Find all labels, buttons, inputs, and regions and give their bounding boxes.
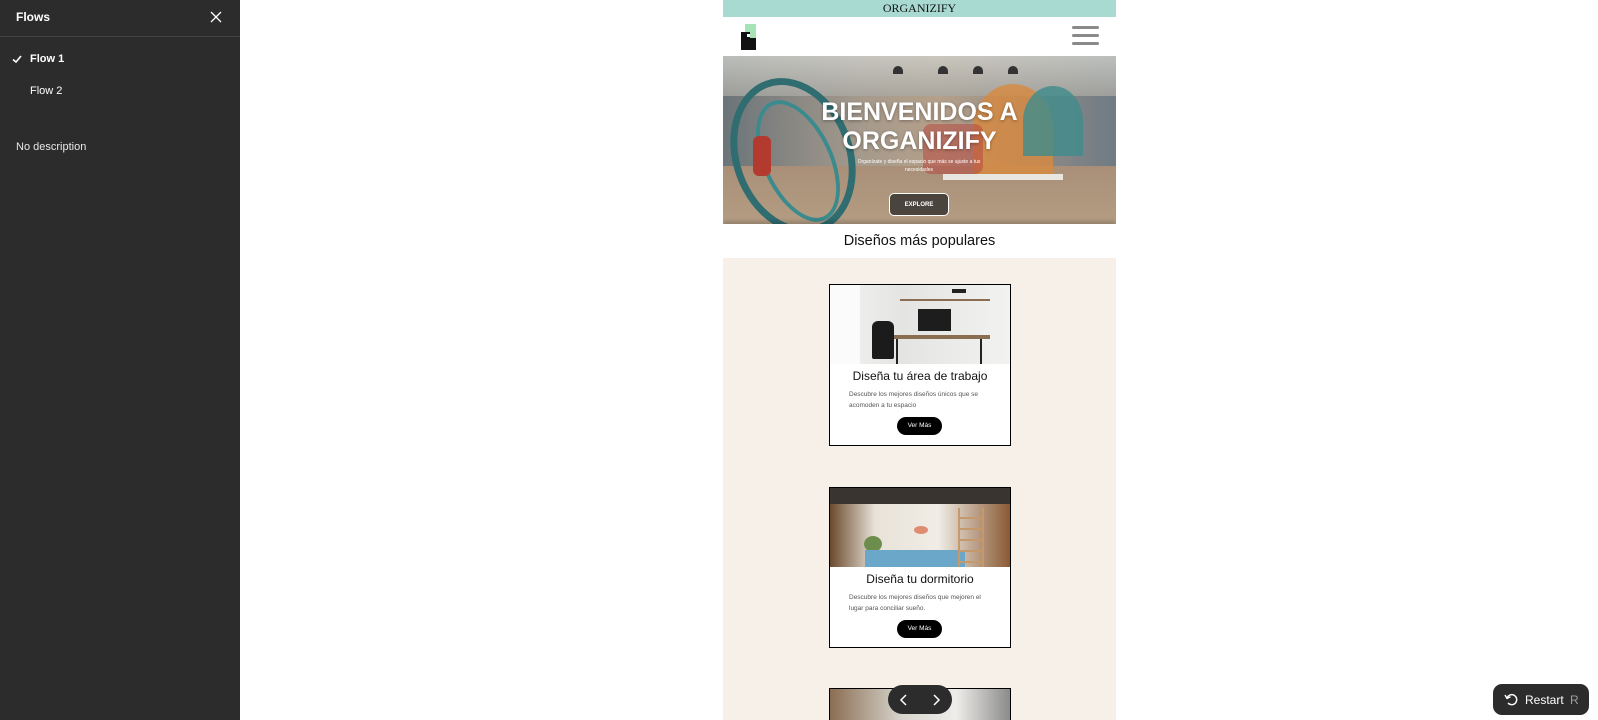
hero-subtitle: Organízate y diseña el espacio que más s… — [857, 159, 981, 173]
logo-icon[interactable] — [741, 24, 759, 50]
site-navbar — [723, 17, 1116, 56]
design-card-bedroom: Diseña tu dormitorio Descubre los mejore… — [829, 487, 1011, 648]
flow-item-2[interactable]: Flow 2 — [0, 78, 240, 106]
prototype-frame: ORGANIZIFY BIENVENIDOS A ORGANIZIFY Orga… — [723, 0, 1116, 720]
hamburger-menu-icon[interactable] — [1072, 26, 1099, 48]
flow-item-label: Flow 1 — [30, 53, 65, 65]
hero-banner: BIENVENIDOS A ORGANIZIFY Organízate y di… — [723, 56, 1116, 224]
chevron-right-icon[interactable] — [927, 691, 945, 709]
card-title: Diseña tu área de trabajo — [852, 369, 988, 383]
close-icon[interactable] — [209, 10, 223, 24]
restart-icon — [1504, 693, 1518, 706]
sidebar-header: Flows — [0, 0, 240, 37]
sidebar-title: Flows — [16, 10, 51, 24]
flow-description: No description — [16, 141, 87, 153]
flow-item-1[interactable]: Flow 1 — [0, 46, 240, 74]
card-title: Diseña tu dormitorio — [866, 572, 974, 586]
section-header: Diseños más populares — [723, 224, 1116, 258]
explore-button[interactable]: EXPLORE — [889, 193, 949, 216]
card-description: Descubre los mejores diseños que mejoren… — [849, 594, 981, 612]
flow-navigation-controls — [888, 685, 952, 714]
restart-button[interactable]: Restart R — [1493, 684, 1589, 715]
restart-shortcut: R — [1570, 693, 1579, 707]
chevron-left-icon[interactable] — [895, 691, 913, 709]
card-description: Descubre los mejores diseños únicos que … — [849, 391, 978, 409]
design-card-workspace: Diseña tu área de trabajo Descubre los m… — [829, 284, 1011, 446]
section-title: Diseños más populares — [843, 233, 996, 249]
checkmark-icon — [12, 55, 22, 64]
brand-banner: ORGANIZIFY — [723, 0, 1116, 17]
ver-mas-button[interactable]: Ver Más — [897, 620, 942, 638]
hero-title: BIENVENIDOS A ORGANIZIFY — [821, 98, 1018, 155]
flow-item-label: Flow 2 — [30, 85, 63, 97]
restart-label: Restart — [1525, 693, 1564, 707]
bedroom-image — [830, 488, 1010, 567]
flows-sidebar: Flows Flow 1 Flow 2 No description — [0, 0, 240, 720]
ver-mas-button[interactable]: Ver Más — [897, 417, 942, 435]
workspace-image — [830, 285, 1010, 364]
